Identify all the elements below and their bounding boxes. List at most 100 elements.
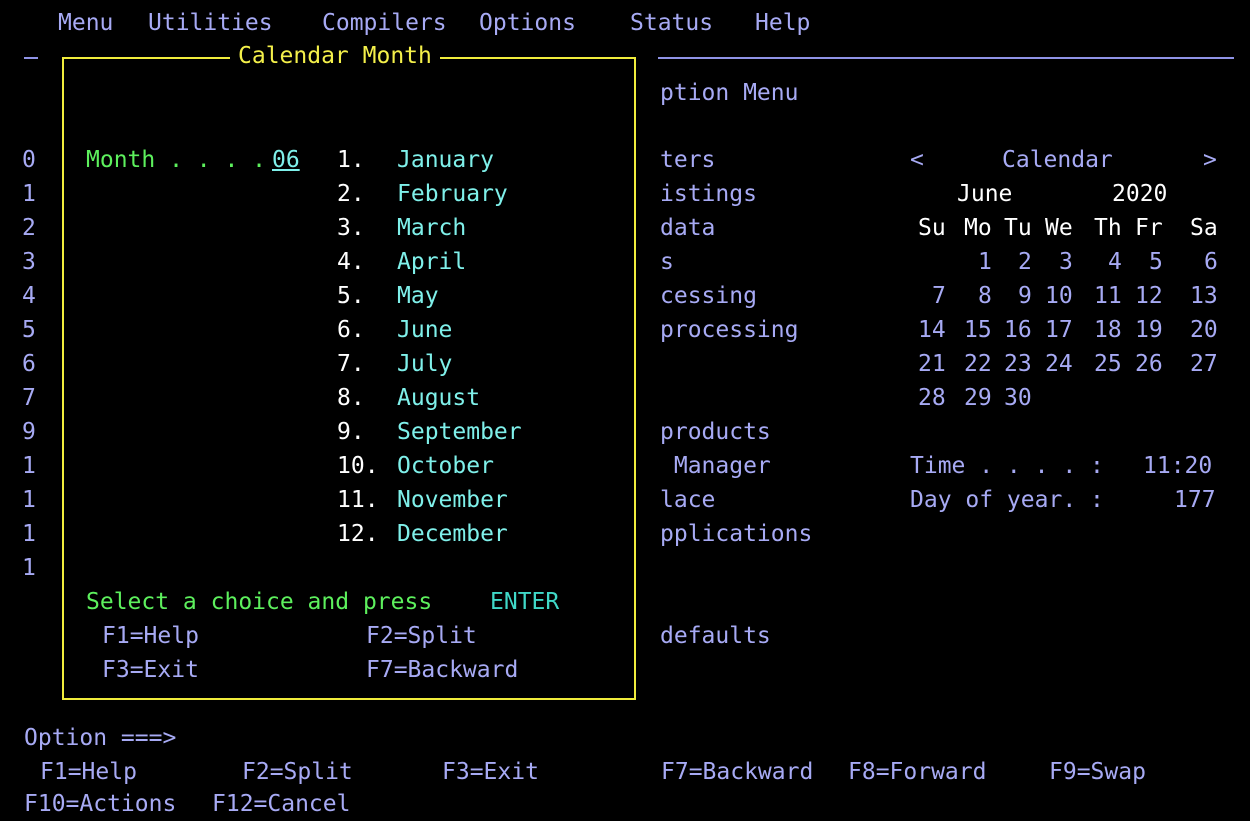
menu-item-help[interactable]: Help — [755, 6, 810, 40]
choice-october[interactable]: October — [397, 449, 494, 483]
calendar-day[interactable]: 10 — [1045, 279, 1073, 313]
choice-december[interactable]: December — [397, 517, 508, 551]
menu-fragment: defaults — [660, 623, 771, 649]
instruction-text: Select a choice and press — [86, 589, 433, 615]
menu-item-menu[interactable]: Menu — [58, 6, 113, 40]
choice-number: 5. — [337, 283, 365, 309]
choice-number: 11. — [337, 487, 379, 513]
menu-item-compilers[interactable]: Compilers — [322, 6, 447, 40]
calendar-day[interactable]: 12 — [1135, 279, 1163, 313]
popup-fkey-backward[interactable]: F7=Backward — [366, 653, 518, 687]
option-digit: 1 — [22, 487, 36, 513]
choice-august[interactable]: August — [397, 381, 480, 415]
popup-fkey-help[interactable]: F1=Help — [102, 619, 199, 653]
calendar-day[interactable]: 9 — [1018, 279, 1032, 313]
choice-november[interactable]: November — [397, 483, 508, 517]
calendar-day[interactable]: 25 — [1094, 347, 1122, 381]
fkey-split[interactable]: F2=Split — [242, 755, 353, 789]
calendar-day[interactable]: 21 — [918, 347, 946, 381]
popup-title: Calendar Month — [230, 39, 440, 73]
choice-july[interactable]: July — [397, 347, 452, 381]
popup-fkey-exit[interactable]: F3=Exit — [102, 653, 199, 687]
choice-number: 2. — [337, 181, 365, 207]
fkey-cancel[interactable]: F12=Cancel — [212, 787, 350, 821]
month-input[interactable]: 06 — [272, 143, 300, 177]
weekday-header: Fr — [1135, 215, 1163, 241]
choice-number: 4. — [337, 249, 365, 275]
calendar-day[interactable]: 24 — [1045, 347, 1073, 381]
menu-fragment: data — [660, 215, 716, 241]
calendar-day[interactable]: 6 — [1204, 245, 1218, 279]
menu-fragment: processing — [660, 317, 799, 343]
choice-number: 6. — [337, 317, 365, 343]
calendar-day[interactable]: 17 — [1045, 313, 1073, 347]
calendar-day[interactable]: 1 — [978, 245, 992, 279]
day-of-year-label: Day of year. : — [910, 487, 1104, 513]
calendar-day[interactable]: 26 — [1135, 347, 1163, 381]
weekday-header: Mo — [964, 215, 992, 241]
option-digit: 2 — [22, 215, 36, 241]
calendar-day[interactable]: 23 — [1004, 347, 1032, 381]
day-of-year-value: 177 — [1174, 487, 1216, 513]
choice-may[interactable]: May — [397, 279, 439, 313]
calendar-day[interactable]: 16 — [1004, 313, 1032, 347]
calendar-day[interactable]: 8 — [978, 279, 992, 313]
choice-april[interactable]: April — [397, 245, 466, 279]
menu-separator-left — [24, 57, 38, 59]
choice-number: 7. — [337, 351, 365, 377]
calendar-day[interactable]: 7 — [932, 279, 946, 313]
option-digit: 1 — [22, 181, 36, 207]
fkey-forward[interactable]: F8=Forward — [848, 755, 986, 789]
calendar-day[interactable]: 20 — [1190, 313, 1218, 347]
fkey-swap[interactable]: F9=Swap — [1049, 755, 1146, 789]
fkey-exit[interactable]: F3=Exit — [442, 755, 539, 789]
calendar-day[interactable]: 22 — [964, 347, 992, 381]
popup-fkey-split[interactable]: F2=Split — [366, 619, 477, 653]
menu-item-options[interactable]: Options — [479, 6, 576, 40]
fkey-help[interactable]: F1=Help — [40, 755, 137, 789]
choice-number: 8. — [337, 385, 365, 411]
weekday-header: Su — [918, 215, 946, 241]
fkey-backward[interactable]: F7=Backward — [661, 755, 813, 789]
calendar-day[interactable]: 27 — [1190, 347, 1218, 381]
calendar-month: June — [957, 181, 1013, 207]
choice-june[interactable]: June — [397, 313, 452, 347]
calendar-day[interactable]: 5 — [1149, 245, 1163, 279]
menu-fragment: istings — [660, 181, 757, 207]
calendar-day[interactable]: 14 — [918, 313, 946, 347]
month-label: Month . . . . — [86, 147, 267, 173]
choice-number: 1. — [337, 147, 365, 173]
choice-number: 12. — [337, 521, 379, 547]
choice-february[interactable]: February — [397, 177, 508, 211]
instruction-key: ENTER — [490, 589, 560, 615]
calendar-next-button[interactable]: > — [1203, 143, 1217, 177]
weekday-header: Th — [1094, 215, 1122, 241]
choice-number: 3. — [337, 215, 365, 241]
option-digit: 6 — [22, 351, 36, 377]
calendar-day[interactable]: 3 — [1059, 245, 1073, 279]
calendar-day[interactable]: 4 — [1108, 245, 1122, 279]
calendar-day[interactable]: 19 — [1135, 313, 1163, 347]
calendar-day[interactable]: 18 — [1094, 313, 1122, 347]
weekday-header: Sa — [1190, 215, 1218, 241]
calendar-day[interactable]: 15 — [964, 313, 992, 347]
calendar-prev-button[interactable]: < — [910, 143, 924, 177]
choice-number: 9. — [337, 419, 365, 445]
calendar-day[interactable]: 2 — [1018, 245, 1032, 279]
option-digit: 0 — [22, 147, 36, 173]
menu-item-utilities[interactable]: Utilities — [148, 6, 273, 40]
calendar-day[interactable]: 28 — [918, 381, 946, 415]
fkey-actions[interactable]: F10=Actions — [24, 787, 176, 821]
menu-fragment: ters — [660, 147, 716, 173]
choice-september[interactable]: September — [397, 415, 522, 449]
menu-item-status[interactable]: Status — [630, 6, 713, 40]
command-input[interactable] — [200, 723, 1220, 753]
calendar-day[interactable]: 13 — [1190, 279, 1218, 313]
calendar-day[interactable]: 11 — [1094, 279, 1122, 313]
calendar-day[interactable]: 29 — [964, 381, 992, 415]
command-prompt: Option ===> — [24, 725, 177, 751]
calendar-day[interactable]: 30 — [1004, 381, 1032, 415]
weekday-header: Tu — [1004, 215, 1032, 241]
choice-january[interactable]: January — [397, 143, 494, 177]
choice-march[interactable]: March — [397, 211, 466, 245]
